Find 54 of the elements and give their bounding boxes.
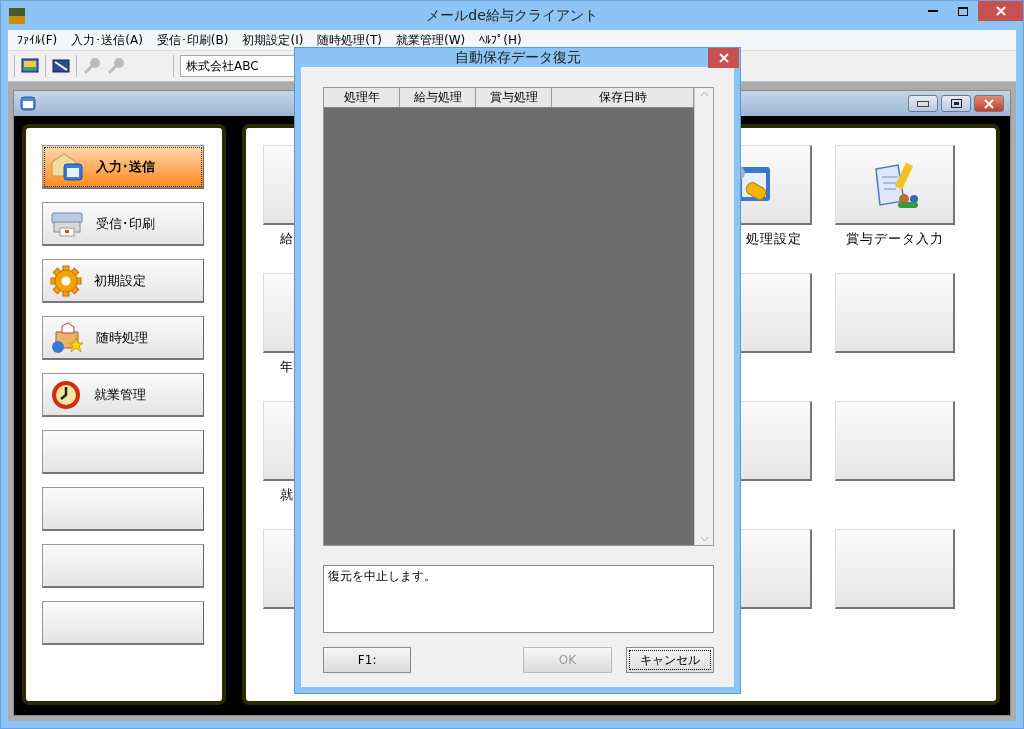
dialog-button[interactable]: キャンセル: [625, 647, 714, 673]
window-icon: [20, 96, 36, 111]
column-header[interactable]: 給与処理: [400, 88, 476, 107]
category-button[interactable]: 入力･送信: [42, 145, 204, 189]
column-header[interactable]: 賞与処理: [476, 88, 552, 107]
category-button[interactable]: [42, 544, 204, 588]
category-button[interactable]: 随時処理: [42, 316, 204, 360]
image-icon[interactable]: [52, 58, 70, 74]
menu-item[interactable]: 入力･送信(A): [64, 31, 150, 49]
menu-item[interactable]: 初期設定(I): [235, 31, 311, 49]
maximize-icon: [958, 6, 968, 16]
tile-label: 年: [279, 358, 294, 376]
minimize-icon: [917, 100, 929, 107]
menu-item[interactable]: ﾍﾙﾌﾟ(H): [472, 33, 529, 47]
minimize-icon: [928, 10, 938, 12]
close-button[interactable]: [978, 1, 1023, 21]
printer-icon: [50, 209, 84, 238]
menu-item[interactable]: ﾌｧｲﾙ(F): [10, 33, 65, 47]
tile-label: 処理設定: [746, 230, 803, 248]
category-button[interactable]: 初期設定: [42, 259, 204, 303]
function-tile[interactable]: [835, 273, 955, 353]
tile-label: 賞与データ入力: [846, 230, 944, 248]
category-button[interactable]: [42, 487, 204, 531]
dialog-title: 自動保存データ復元: [454, 48, 581, 67]
message-box: 復元を中止します。: [323, 565, 714, 633]
function-tile[interactable]: [835, 145, 955, 225]
dialog-button[interactable]: F1:: [323, 647, 412, 673]
tile-label: 就: [279, 486, 294, 504]
category-button[interactable]: 就業管理: [42, 373, 204, 417]
menu-item[interactable]: 就業管理(W): [389, 31, 473, 49]
minimize-button[interactable]: [908, 95, 938, 112]
app-logo-icon: [9, 7, 25, 24]
close-icon: [995, 6, 1006, 16]
gear-icon: [50, 264, 82, 297]
close-icon: [718, 53, 729, 63]
restore-icon: [950, 99, 962, 108]
function-tile[interactable]: [835, 529, 955, 609]
tile-label: 給: [279, 230, 294, 248]
restore-button[interactable]: [941, 95, 971, 112]
envelope-icon: [50, 151, 84, 182]
menu-item[interactable]: 随時処理(T): [310, 31, 390, 49]
box-icon: [50, 321, 84, 354]
monitor-icon[interactable]: [21, 58, 39, 74]
category-button[interactable]: [42, 601, 204, 645]
menu-item[interactable]: 受信･印刷(B): [149, 31, 236, 49]
category-button[interactable]: [42, 430, 204, 474]
category-button[interactable]: 受信･印刷: [42, 202, 204, 246]
window-title: メールde給与クライアント: [425, 7, 599, 25]
close-button[interactable]: [708, 48, 739, 68]
function-tile[interactable]: [835, 401, 955, 481]
close-button[interactable]: [974, 95, 1004, 112]
close-icon: [984, 98, 994, 109]
column-header[interactable]: 処理年: [324, 88, 400, 107]
clock-icon: [50, 378, 82, 411]
